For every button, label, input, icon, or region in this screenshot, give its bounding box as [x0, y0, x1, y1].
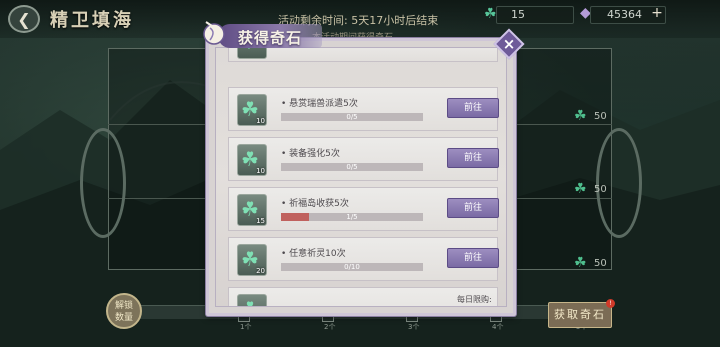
task-row: ☘ 10 • 悬赏瑞兽派遣5次 0/5 前往 — [228, 87, 499, 131]
row-reward: ☘ 50 — [574, 108, 607, 124]
jade-currency-value: 15 — [511, 8, 525, 21]
row-reward: ☘ 50 — [574, 255, 607, 271]
task-progress-text: 0/5 — [346, 163, 358, 171]
get-stone-button[interactable]: 获取奇石 — [548, 302, 612, 328]
add-gem-button[interactable]: + — [650, 6, 664, 20]
jade-spirit-icon: ☘ — [484, 6, 497, 22]
jade-spirit-icon: ☘ 10 — [237, 94, 267, 126]
daily-limit-text: 每日限购: 2次 — [457, 295, 492, 304]
left-ornament — [80, 128, 126, 238]
goto-button[interactable]: 前往 — [447, 148, 499, 168]
task-progress-text: 0/10 — [344, 263, 360, 271]
jade-spirit-icon: ☘ — [574, 255, 587, 271]
jade-spirit-icon: ☘ — [574, 181, 587, 197]
task-progress-text: 0/5 — [346, 113, 358, 121]
task-row-partial: ☘ 每日限购: 2次 — [228, 287, 498, 306]
reward-count: 10 — [256, 117, 265, 125]
goto-button[interactable]: 前往 — [447, 98, 499, 118]
get-stone-dialog: ☘ ☘ 10 • 悬赏瑞兽派遣5次 0/5 前往 ☘ 10 • 装备强化5次 0… — [206, 38, 516, 316]
jade-spirit-icon: ☘ 15 — [237, 194, 267, 226]
page-title: 精卫填海 — [50, 10, 134, 31]
task-list[interactable]: ☘ ☘ 10 • 悬赏瑞兽派遣5次 0/5 前往 ☘ 10 • 装备强化5次 0… — [215, 47, 507, 307]
jade-spirit-icon: ☘ — [237, 294, 267, 306]
task-row: ☘ 15 • 祈福岛收获5次 1/5 前往 — [228, 187, 499, 231]
back-button[interactable]: ❮ — [8, 5, 40, 33]
task-progress-text: 1/5 — [346, 213, 358, 221]
task-name: • 祈福岛收获5次 — [281, 199, 349, 209]
unlock-count-label: 解锁 数量 — [114, 301, 133, 323]
moon-orb-icon — [203, 21, 225, 45]
goto-button[interactable]: 前往 — [447, 248, 499, 268]
close-icon: × — [502, 35, 516, 53]
step-label: 4个 — [492, 323, 504, 331]
reward-count: 10 — [256, 167, 265, 175]
goto-button[interactable]: 前往 — [447, 198, 499, 218]
task-name: • 装备强化5次 — [281, 149, 340, 159]
step-label: 1个 — [240, 323, 252, 331]
jade-spirit-icon: ☘ 20 — [237, 244, 267, 276]
jade-spirit-icon: ☘ — [574, 108, 587, 124]
reward-count: 15 — [256, 217, 265, 225]
task-row: ☘ 10 • 装备强化5次 0/5 前往 — [228, 137, 499, 181]
notification-badge: ! — [606, 299, 615, 308]
dialog-title: 获得奇石 — [238, 29, 303, 47]
task-name: • 任意祈灵10次 — [281, 249, 346, 259]
unlock-count-badge[interactable]: 解锁 数量 — [106, 293, 142, 329]
step-label: 2个 — [324, 323, 336, 331]
jade-currency: 15 — [496, 6, 574, 24]
jade-spirit-icon: ☘ 10 — [237, 144, 267, 176]
back-arrow-icon: ❮ — [17, 9, 31, 29]
gem-currency-value: 45364 — [607, 8, 642, 21]
reward-count: 20 — [256, 267, 265, 275]
task-row: ☘ 20 • 任意祈灵10次 0/10 前往 — [228, 237, 499, 281]
row-reward: ☘ 50 — [574, 181, 607, 197]
step-label: 3个 — [408, 323, 420, 331]
task-name: • 悬赏瑞兽派遣5次 — [281, 99, 358, 109]
